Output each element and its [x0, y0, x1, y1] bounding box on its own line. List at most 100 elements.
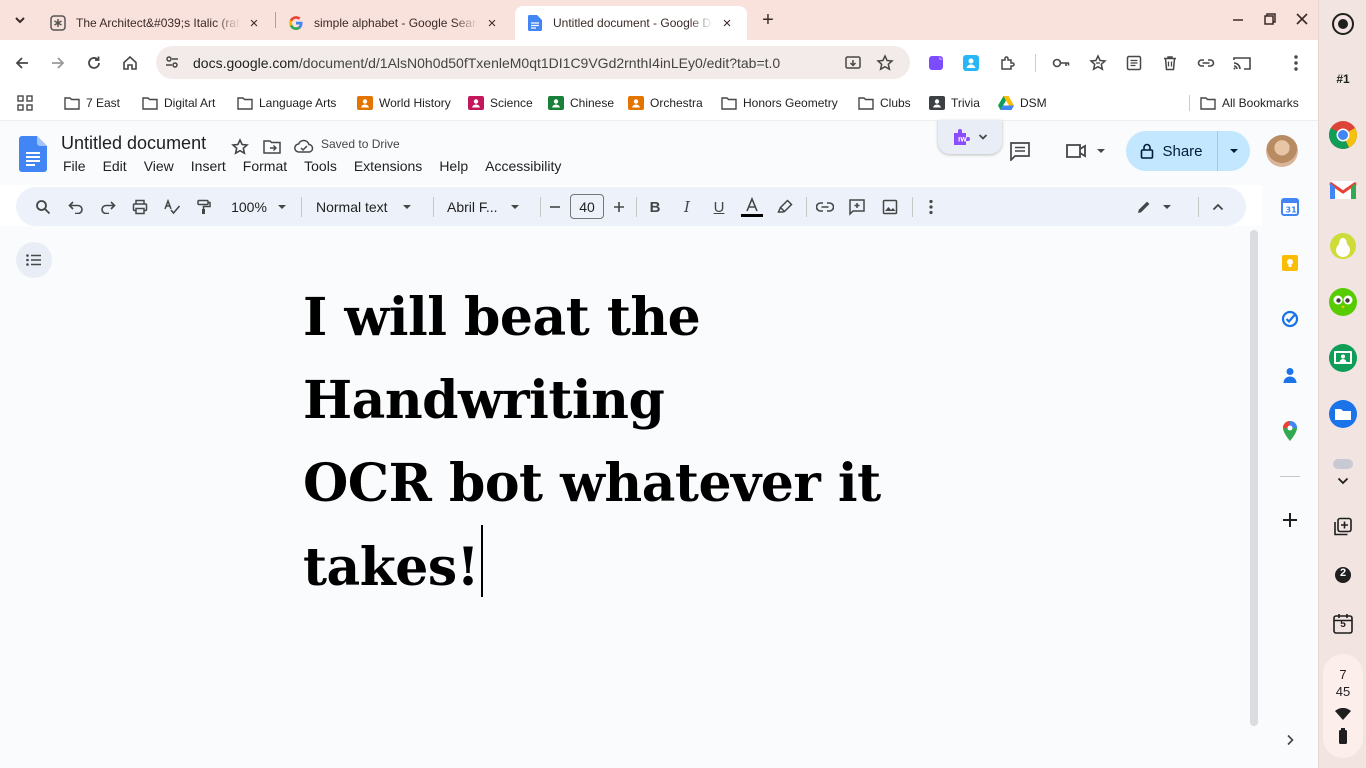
bookmark-digital-art[interactable]: Digital Art	[142, 92, 215, 114]
trash-icon[interactable]	[1159, 52, 1181, 74]
close-tab-icon[interactable]: ×	[484, 15, 500, 32]
get-addons-button[interactable]	[1279, 509, 1301, 531]
star-document-button[interactable]	[229, 136, 251, 158]
editing-mode-button[interactable]	[1136, 195, 1172, 219]
duolingo-app[interactable]	[1327, 286, 1359, 318]
gmail-app[interactable]	[1327, 174, 1359, 206]
classroom-app[interactable]	[1327, 342, 1359, 374]
pear-deck-app[interactable]	[1327, 230, 1359, 262]
desk-indicator[interactable]: #1	[1329, 72, 1357, 86]
keep-app-button[interactable]	[1279, 252, 1301, 274]
contacts-app-button[interactable]	[1279, 364, 1301, 386]
extension-purple-icon[interactable]	[925, 52, 947, 74]
launcher-button[interactable]	[1327, 8, 1359, 40]
reading-star-icon[interactable]	[1087, 52, 1109, 74]
extensions-puzzle-icon[interactable]	[997, 52, 1019, 74]
document-canvas[interactable]: I will beat the Handwriting OCR bot what…	[0, 226, 1262, 768]
bookmark-dsm[interactable]: DSM	[998, 92, 1047, 114]
menu-extensions[interactable]: Extensions	[354, 158, 422, 174]
tab-search-button[interactable]	[9, 9, 31, 31]
tote-button[interactable]	[1327, 511, 1359, 543]
share-options-dropdown[interactable]	[1218, 131, 1250, 171]
calendar-app-button[interactable]: 31	[1279, 196, 1301, 218]
menu-edit[interactable]: Edit	[103, 158, 127, 174]
site-info-icon[interactable]	[164, 54, 180, 70]
insert-image-button[interactable]	[879, 195, 901, 219]
insert-comment-button[interactable]	[846, 195, 868, 219]
style-select[interactable]: Normal text	[316, 195, 420, 219]
highlight-color-button[interactable]	[774, 195, 796, 219]
close-tab-icon[interactable]: ×	[246, 15, 262, 32]
status-tray[interactable]: 7 45	[1323, 654, 1363, 758]
tab-architects-italic[interactable]: The Architect&#039;s Italic (rat ×	[38, 6, 274, 40]
show-side-panel-button[interactable]	[1279, 729, 1301, 751]
paint-format-button[interactable]	[193, 195, 215, 219]
menu-format[interactable]: Format	[243, 158, 287, 174]
bookmark-science[interactable]: Science	[468, 92, 533, 114]
print-button[interactable]	[129, 195, 151, 219]
tab-google-docs[interactable]: Untitled document - Google Do ×	[515, 6, 747, 40]
more-toolbar-button[interactable]	[921, 195, 941, 219]
shelf-expand-button[interactable]	[1327, 470, 1359, 492]
chrome-app[interactable]	[1327, 119, 1359, 151]
back-button[interactable]	[9, 50, 35, 76]
reload-button[interactable]	[81, 50, 107, 76]
underline-button[interactable]: U	[708, 195, 730, 219]
docs-home-logo[interactable]	[19, 136, 47, 172]
close-tab-icon[interactable]: ×	[719, 15, 735, 32]
bookmark-world-history[interactable]: World History	[357, 92, 451, 114]
maps-app-button[interactable]	[1279, 420, 1301, 442]
italic-button[interactable]: I	[676, 195, 698, 219]
move-document-button[interactable]	[261, 136, 283, 158]
bookmark-chinese[interactable]: Chinese	[548, 92, 614, 114]
bookmark-honors-geometry[interactable]: Honors Geometry	[721, 92, 838, 114]
reading-list-icon[interactable]	[1123, 52, 1145, 74]
tasks-app-button[interactable]	[1279, 308, 1301, 330]
document-outline-button[interactable]	[16, 242, 52, 278]
hide-menus-button[interactable]	[1207, 195, 1229, 219]
share-main[interactable]: Share	[1126, 131, 1218, 171]
menu-tools[interactable]: Tools	[304, 158, 337, 174]
files-app[interactable]	[1327, 398, 1359, 430]
search-menus-button[interactable]	[32, 195, 54, 219]
password-key-icon[interactable]	[1050, 52, 1072, 74]
share-button[interactable]: Share	[1126, 131, 1250, 171]
menu-accessibility[interactable]: Accessibility	[485, 158, 561, 174]
apps-button[interactable]	[17, 92, 33, 114]
undo-button[interactable]	[65, 195, 87, 219]
decrease-font-size-button[interactable]	[545, 195, 565, 219]
bookmark-star-icon[interactable]	[874, 52, 896, 74]
menu-help[interactable]: Help	[439, 158, 468, 174]
bookmark-clubs[interactable]: Clubs	[858, 92, 911, 114]
menu-view[interactable]: View	[144, 158, 174, 174]
font-size-input[interactable]: 40	[570, 194, 604, 219]
zoom-select[interactable]: 100%	[224, 195, 294, 219]
text-color-button[interactable]	[740, 195, 764, 219]
bookmark-language-arts[interactable]: Language Arts	[237, 92, 336, 114]
account-avatar[interactable]	[1266, 135, 1298, 167]
bold-button[interactable]: B	[644, 195, 666, 219]
new-tab-button[interactable]: +	[757, 9, 779, 31]
menu-insert[interactable]: Insert	[191, 158, 226, 174]
address-bar[interactable]: docs.google.com/document/d/1AlsN0h0d50fT…	[156, 46, 910, 79]
bookmark-7-east[interactable]: 7 East	[64, 92, 120, 114]
font-select[interactable]: Abril F...	[447, 195, 527, 219]
minimize-button[interactable]	[1227, 8, 1249, 30]
document-title[interactable]: Untitled document	[61, 133, 206, 154]
insert-link-button[interactable]	[814, 195, 836, 219]
increase-font-size-button[interactable]	[609, 195, 629, 219]
meet-button[interactable]	[1063, 140, 1107, 162]
install-app-icon[interactable]	[842, 52, 864, 74]
extension-person-icon[interactable]	[960, 52, 982, 74]
restore-button[interactable]	[1259, 8, 1281, 30]
forward-button[interactable]	[45, 50, 71, 76]
bookmark-orchestra[interactable]: Orchestra	[628, 92, 703, 114]
calendar-tray-button[interactable]: 5	[1327, 608, 1359, 640]
redo-button[interactable]	[97, 195, 119, 219]
tab-google-search[interactable]: simple alphabet - Google Searc ×	[276, 6, 512, 40]
comments-button[interactable]	[1009, 140, 1031, 162]
spell-check-button[interactable]	[161, 195, 183, 219]
cast-icon[interactable]	[1231, 52, 1253, 74]
bookmark-trivia[interactable]: Trivia	[929, 92, 980, 114]
menu-file[interactable]: File	[63, 158, 86, 174]
